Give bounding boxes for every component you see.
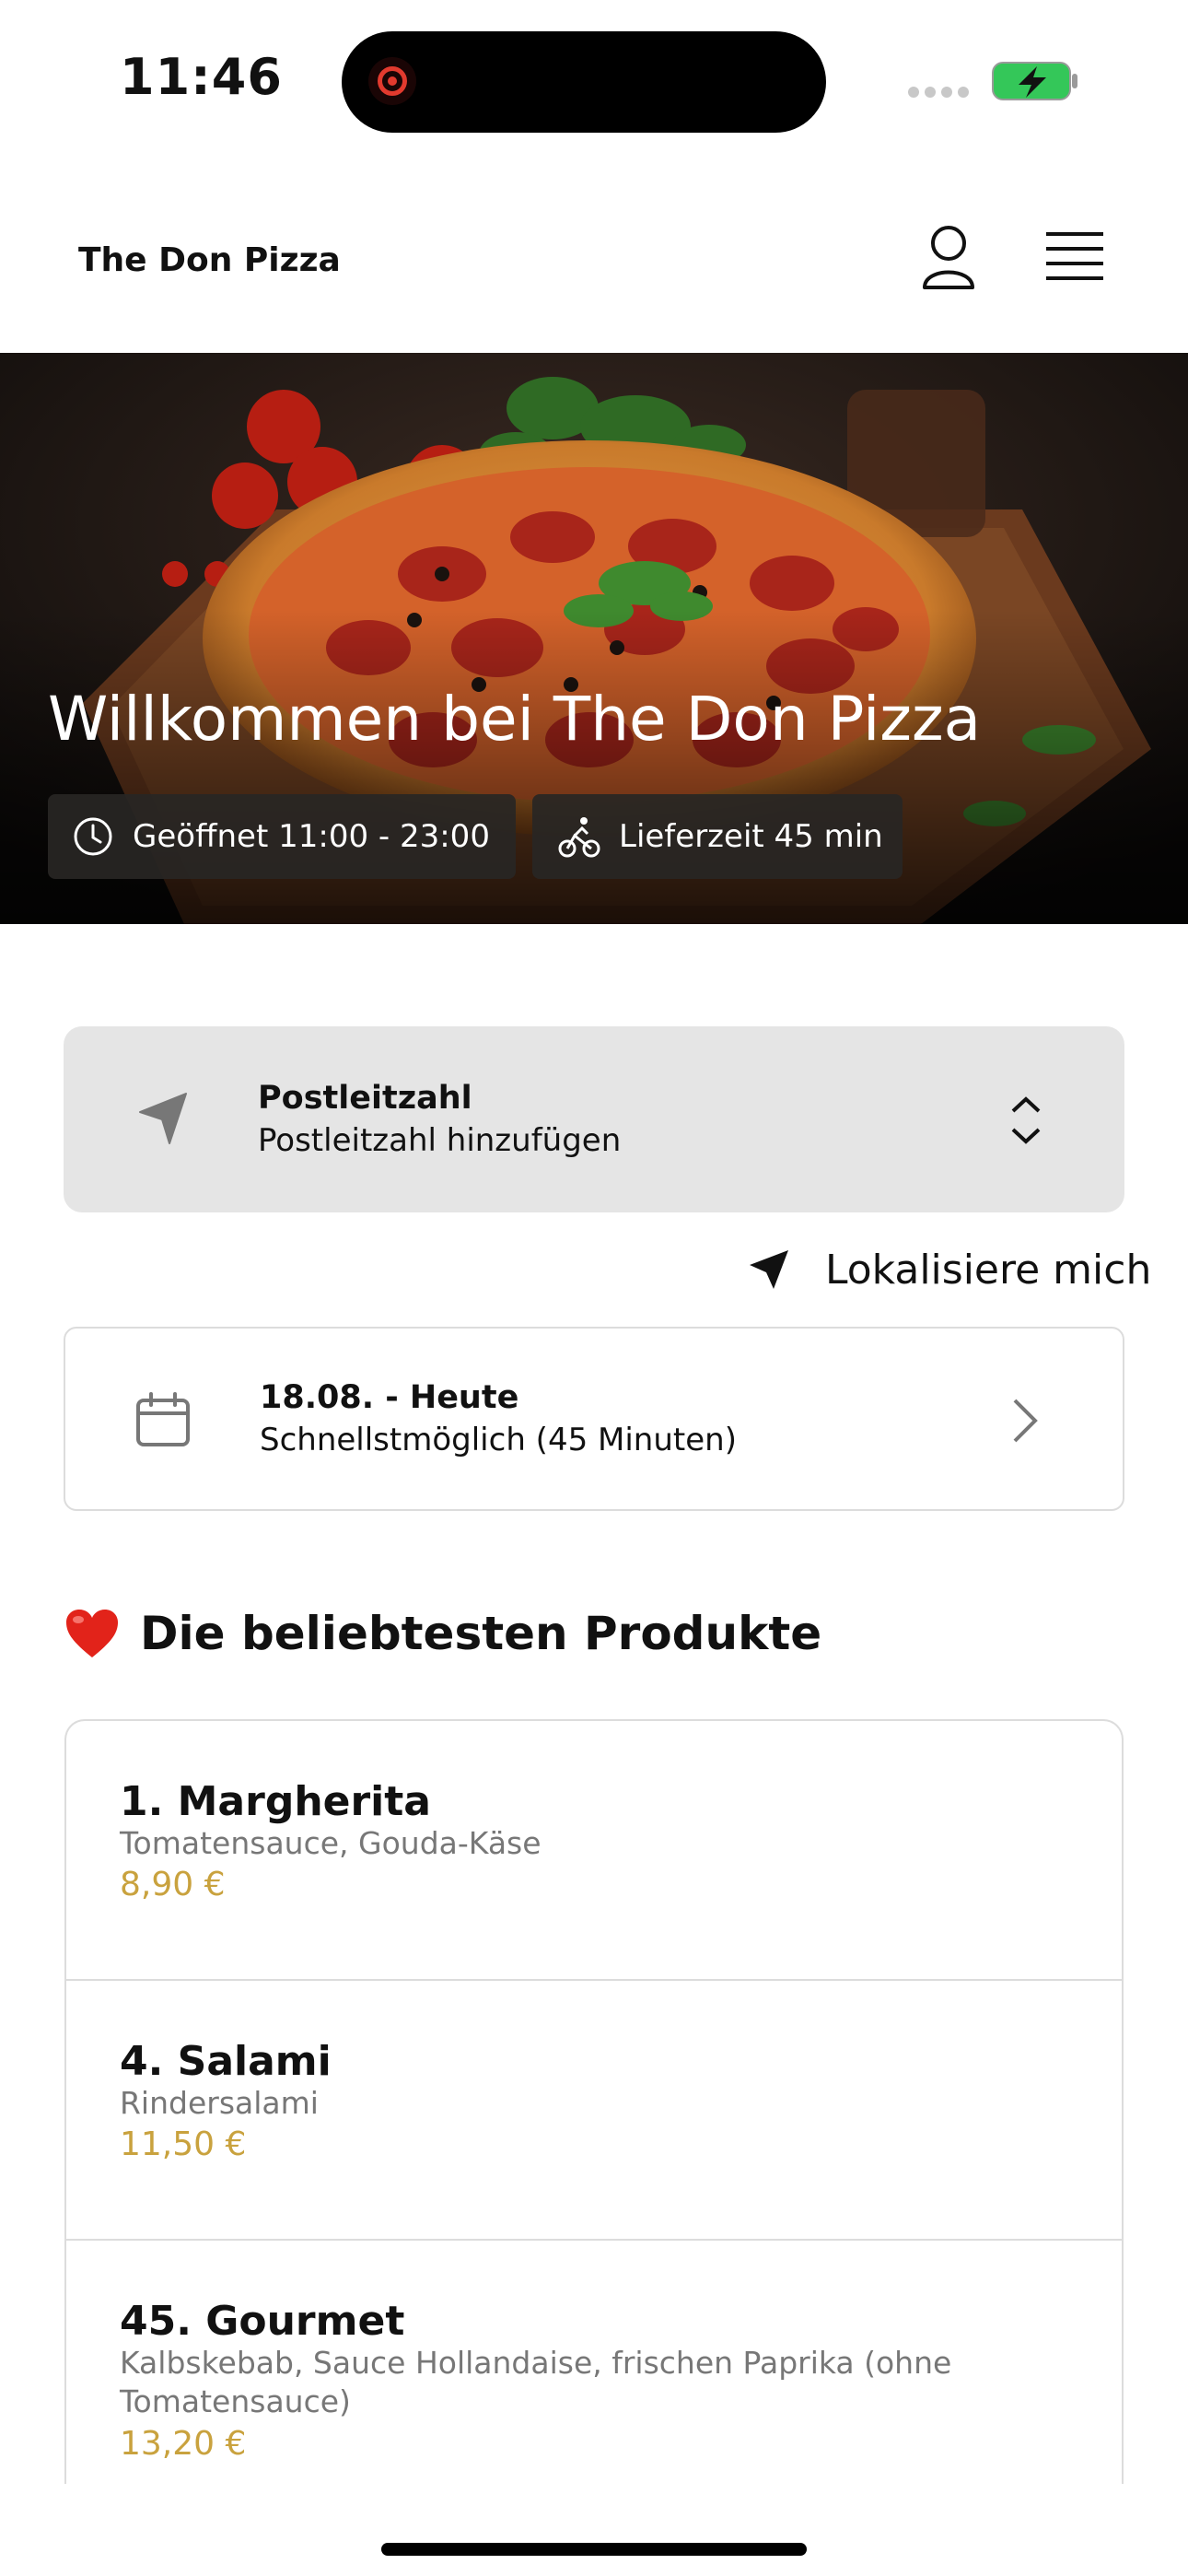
product-card[interactable]: 1. Margherita Tomatensauce, Gouda-Käse 8… <box>66 1721 1122 1979</box>
hero-title: Willkommen bei The Don Pizza <box>48 684 982 755</box>
recording-indicator-icon <box>368 57 416 105</box>
clock-icon <box>74 817 112 856</box>
user-icon[interactable] <box>919 223 978 291</box>
heart-icon <box>66 1610 118 1657</box>
delivery-time-chip: Lieferzeit 45 min <box>532 794 903 879</box>
postcode-selector[interactable] <box>64 1026 1124 1212</box>
product-card[interactable]: 4. Salami Rindersalami 11,50 € <box>66 1979 1122 2239</box>
delivery-time-text: Lieferzeit 45 min <box>619 818 883 855</box>
locate-me-label: Lokalisiere mich <box>825 1246 1152 1294</box>
chevron-right-icon <box>1013 1399 1038 1443</box>
home-indicator[interactable] <box>381 2543 807 2556</box>
signal-icon <box>908 87 973 98</box>
product-name: 1. Margherita <box>120 1778 431 1825</box>
popular-products-title: Die beliebtesten Produkte <box>140 1607 822 1660</box>
calendar-icon <box>136 1392 190 1446</box>
delivery-date-value: Schnellstmöglich (45 Minuten) <box>260 1422 737 1458</box>
product-name: 45. Gourmet <box>120 2298 405 2345</box>
popular-products-heading: Die beliebtesten Produkte <box>64 1607 821 1660</box>
bicycle-courier-icon <box>558 817 600 858</box>
product-price: 8,90 € <box>120 1866 226 1903</box>
chevron-up-down-icon <box>1011 1096 1041 1144</box>
product-list: 1. Margherita Tomatensauce, Gouda-Käse 8… <box>64 1719 1124 2484</box>
product-price: 11,50 € <box>120 2125 247 2163</box>
product-name: 4. Salami <box>120 2038 332 2085</box>
postcode-value: Postleitzahl hinzufügen <box>258 1122 622 1159</box>
menu-icon[interactable] <box>1044 230 1105 284</box>
delivery-date-label: 18.08. - Heute <box>260 1379 519 1416</box>
product-description: Kalbskebab, Sauce Hollandaise, frischen … <box>120 2345 952 2419</box>
product-description: Rindersalami <box>120 2085 319 2121</box>
locate-me-button[interactable]: Lokalisiere mich <box>748 1244 1151 1295</box>
product-card[interactable]: 45. Gourmet Kalbskebab, Sauce Hollandais… <box>66 2239 1122 2484</box>
status-time: 11:46 <box>120 48 283 106</box>
battery-charging-icon <box>992 62 1077 100</box>
location-arrow-icon <box>139 1093 187 1144</box>
postcode-label: Postleitzahl <box>258 1080 472 1117</box>
delivery-date-selector[interactable] <box>64 1327 1124 1511</box>
product-description: Tomatensauce, Gouda-Käse <box>120 1825 542 1861</box>
product-price: 13,20 € <box>120 2425 247 2463</box>
opening-hours-chip: Geöffnet 11:00 - 23:00 <box>48 794 516 879</box>
brand-title[interactable]: The Don Pizza <box>78 241 341 279</box>
navigation-arrow-icon <box>750 1250 788 1289</box>
opening-hours-text: Geöffnet 11:00 - 23:00 <box>133 818 490 855</box>
